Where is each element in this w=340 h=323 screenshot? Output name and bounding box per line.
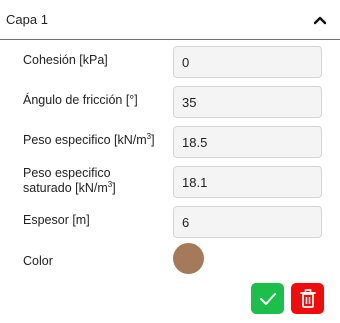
layer-header[interactable]: Capa 1 <box>0 0 340 40</box>
trash-icon <box>299 288 316 308</box>
collapse-button[interactable] <box>308 8 332 32</box>
friction-angle-input[interactable] <box>173 86 322 118</box>
delete-button[interactable] <box>291 283 324 314</box>
unit-weight-label: Peso especifico [kN/m3] <box>23 131 155 147</box>
cohesion-label: Cohesión [kPa] <box>23 53 108 67</box>
color-label: Color <box>23 254 53 268</box>
layer-title: Capa 1 <box>6 12 48 27</box>
layer-panel: Capa 1 Cohesión [kPa] Ángulo de fricción… <box>0 0 340 323</box>
thickness-label: Espesor [m] <box>23 213 90 227</box>
check-icon <box>259 292 276 305</box>
unit-weight-input[interactable] <box>173 126 322 158</box>
color-swatch[interactable] <box>173 243 204 274</box>
chevron-up-icon <box>313 16 327 24</box>
friction-angle-label: Ángulo de fricción [°] <box>23 93 138 107</box>
thickness-input[interactable] <box>173 206 322 238</box>
confirm-button[interactable] <box>251 283 284 314</box>
saturated-unit-weight-input[interactable] <box>173 166 322 198</box>
cohesion-input[interactable] <box>173 46 322 78</box>
saturated-unit-weight-label: Peso especifico saturado [kN/m3] <box>23 166 116 195</box>
